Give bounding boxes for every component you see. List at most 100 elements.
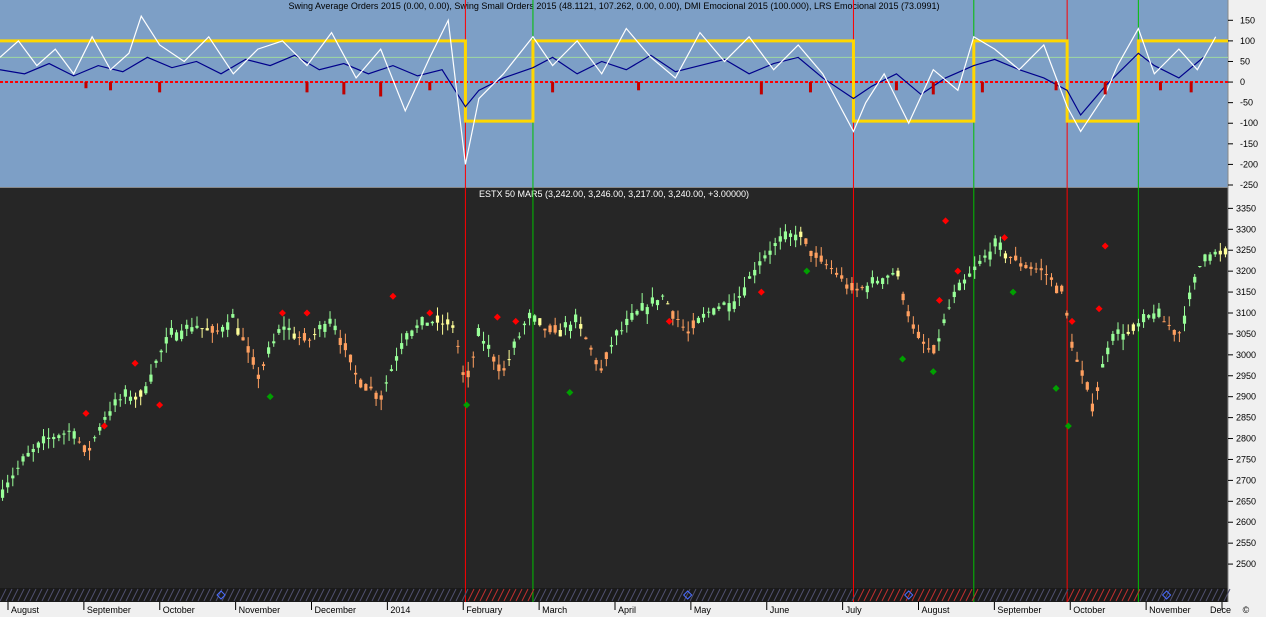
price-bar-body: [768, 250, 772, 255]
price-bar-body: [548, 325, 552, 333]
price-y-tick-label: 2600: [1236, 517, 1256, 527]
price-bar-body: [1162, 321, 1166, 323]
price-bar-body: [788, 233, 793, 237]
price-bar-body: [379, 395, 383, 400]
price-bar-body: [829, 268, 834, 270]
price-bar-body: [476, 328, 481, 336]
price-bar-body: [1218, 250, 1222, 255]
price-bar-body: [1177, 332, 1181, 334]
price-bar-body: [195, 325, 199, 328]
price-bar-body: [968, 273, 972, 277]
price-bar-body: [717, 306, 721, 309]
price-bar-body: [1131, 324, 1135, 331]
price-bar-body: [251, 357, 255, 365]
price-bar-body: [144, 386, 148, 394]
price-bar-body: [574, 314, 578, 323]
price-bar-body: [420, 317, 424, 326]
price-bar-body: [185, 324, 189, 329]
x-tick-label: August: [11, 605, 40, 615]
swing-average-bar: [980, 82, 984, 93]
price-y-tick-label: 2900: [1236, 392, 1256, 402]
price-bar-body: [1208, 254, 1212, 261]
price-bar-body: [794, 234, 798, 241]
price-bar-body: [952, 291, 956, 298]
price-bar-body: [103, 417, 107, 420]
indicator-y-tick-label: -200: [1240, 159, 1258, 169]
price-bar-body: [1049, 277, 1054, 280]
price-bar-body: [72, 431, 76, 439]
price-bar-body: [389, 369, 394, 371]
indicator-panel-background: [0, 0, 1228, 187]
price-bar-body: [1080, 370, 1084, 376]
price-bar-body: [599, 368, 603, 371]
price-bar-body: [394, 356, 399, 361]
x-tick-label: October: [1073, 605, 1105, 615]
price-bar-body: [998, 242, 1002, 250]
price-bar-body: [481, 340, 486, 344]
x-tick-label: August: [922, 605, 951, 615]
price-title: ESTX 50 MAR5 (3,242.00, 3,246.00, 3,217.…: [479, 189, 749, 199]
price-bar-body: [701, 313, 706, 318]
price-bar-body: [26, 452, 30, 457]
price-bar-body: [1014, 255, 1018, 261]
price-bar-body: [763, 255, 767, 259]
price-bar-body: [824, 264, 828, 266]
price-bar-body: [231, 314, 235, 318]
x-tick-label: May: [694, 605, 712, 615]
x-tick-label: September: [87, 605, 131, 615]
price-bar-body: [563, 322, 567, 328]
price-bar-body: [277, 329, 281, 333]
price-bar-body: [164, 337, 168, 344]
price-bar-body: [62, 433, 66, 435]
price-y-tick-label: 2750: [1236, 454, 1256, 464]
price-bar-body: [31, 448, 35, 453]
price-bar-body: [1054, 285, 1059, 294]
price-bar-body: [906, 311, 910, 317]
price-bar-body: [707, 311, 711, 313]
swing-average-bar: [551, 82, 555, 93]
price-bar-body: [507, 359, 511, 361]
price-y-tick-label: 3300: [1236, 224, 1256, 234]
price-bar-body: [543, 328, 547, 331]
price-bar-body: [1182, 315, 1187, 324]
price-bar-body: [93, 437, 97, 439]
price-bar-body: [1106, 347, 1110, 355]
price-bar-body: [1034, 268, 1038, 270]
price-bar-body: [635, 310, 639, 315]
price-y-tick-label: 3150: [1236, 287, 1256, 297]
price-bar-body: [630, 312, 634, 320]
price-bar-body: [691, 320, 695, 329]
price-bar-body: [384, 382, 388, 384]
price-bar-body: [318, 324, 322, 330]
price-bar-body: [661, 295, 665, 297]
price-bar-body: [359, 379, 363, 388]
price-bar-body: [1070, 341, 1074, 348]
price-y-tick-label: 3350: [1236, 203, 1256, 213]
price-bar-body: [1039, 268, 1043, 271]
price-bar-body: [1003, 253, 1008, 259]
price-bar-body: [1157, 308, 1161, 317]
chart-window: Swing Average Orders 2015 (0.00, 0.00), …: [0, 0, 1266, 617]
price-bar-body: [589, 347, 593, 350]
swing-average-bar: [428, 82, 432, 91]
price-bar-body: [492, 356, 496, 362]
swing-average-bar: [1158, 82, 1162, 91]
x-tick-label: February: [466, 605, 503, 615]
swing-average-bar: [109, 82, 113, 91]
price-bar-body: [123, 389, 127, 397]
price-bar-body: [139, 390, 143, 397]
price-y-tick-label: 3050: [1236, 329, 1256, 339]
price-bar-body: [875, 280, 880, 284]
swing-average-bar: [158, 82, 162, 93]
price-bar-body: [1111, 333, 1115, 341]
price-bar-body: [783, 231, 788, 240]
price-bar-body: [1152, 313, 1156, 319]
price-bar-body: [1188, 292, 1192, 300]
price-bar-body: [502, 368, 506, 371]
price-bar-body: [98, 427, 102, 431]
price-bar-body: [400, 343, 404, 349]
price-bar-body: [338, 337, 342, 346]
price-y-tick-label: 2650: [1236, 496, 1256, 506]
price-bar-body: [67, 430, 71, 432]
swing-average-bar: [84, 82, 88, 89]
